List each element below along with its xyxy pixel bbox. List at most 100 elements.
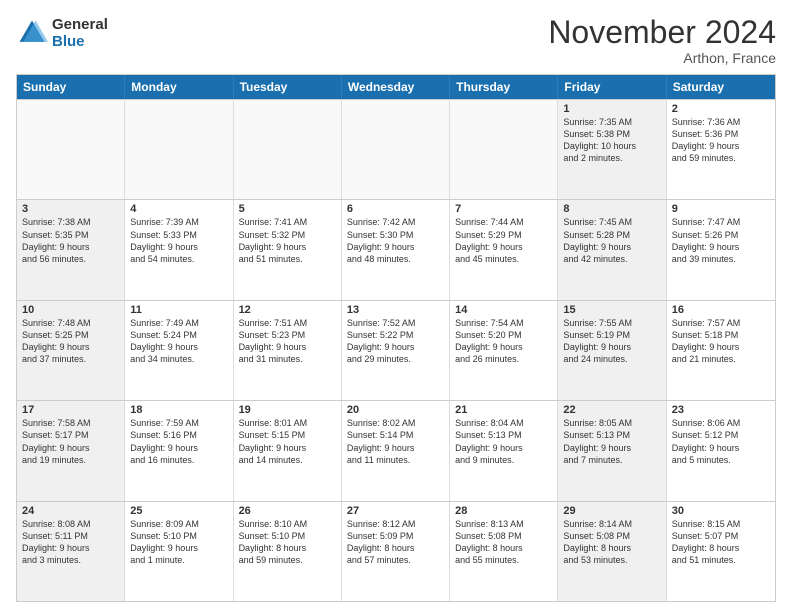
calendar-cell: 17Sunrise: 7:58 AM Sunset: 5:17 PM Dayli… — [17, 401, 125, 500]
title-block: November 2024 Arthon, France — [548, 16, 776, 66]
day-info: Sunrise: 8:06 AM Sunset: 5:12 PM Dayligh… — [672, 417, 770, 466]
day-info: Sunrise: 7:47 AM Sunset: 5:26 PM Dayligh… — [672, 216, 770, 265]
calendar-cell: 1Sunrise: 7:35 AM Sunset: 5:38 PM Daylig… — [558, 100, 666, 199]
day-number: 6 — [347, 203, 444, 215]
calendar-cell: 5Sunrise: 7:41 AM Sunset: 5:32 PM Daylig… — [234, 200, 342, 299]
day-number: 8 — [563, 203, 660, 215]
calendar-cell: 30Sunrise: 8:15 AM Sunset: 5:07 PM Dayli… — [667, 502, 775, 601]
calendar-cell: 25Sunrise: 8:09 AM Sunset: 5:10 PM Dayli… — [125, 502, 233, 601]
day-info: Sunrise: 7:45 AM Sunset: 5:28 PM Dayligh… — [563, 216, 660, 265]
calendar-cell: 15Sunrise: 7:55 AM Sunset: 5:19 PM Dayli… — [558, 301, 666, 400]
day-number: 30 — [672, 505, 770, 517]
calendar-header: Sunday Monday Tuesday Wednesday Thursday… — [17, 75, 775, 99]
calendar-cell: 13Sunrise: 7:52 AM Sunset: 5:22 PM Dayli… — [342, 301, 450, 400]
day-info: Sunrise: 8:05 AM Sunset: 5:13 PM Dayligh… — [563, 417, 660, 466]
day-number: 25 — [130, 505, 227, 517]
logo-text: General Blue — [52, 16, 108, 50]
calendar-cell: 2Sunrise: 7:36 AM Sunset: 5:36 PM Daylig… — [667, 100, 775, 199]
calendar-cell: 24Sunrise: 8:08 AM Sunset: 5:11 PM Dayli… — [17, 502, 125, 601]
day-info: Sunrise: 7:49 AM Sunset: 5:24 PM Dayligh… — [130, 317, 227, 366]
location: Arthon, France — [548, 50, 776, 66]
header-thursday: Thursday — [450, 75, 558, 99]
calendar-row-5: 24Sunrise: 8:08 AM Sunset: 5:11 PM Dayli… — [17, 501, 775, 601]
day-number: 16 — [672, 304, 770, 316]
calendar-cell: 26Sunrise: 8:10 AM Sunset: 5:10 PM Dayli… — [234, 502, 342, 601]
day-info: Sunrise: 8:12 AM Sunset: 5:09 PM Dayligh… — [347, 518, 444, 567]
day-info: Sunrise: 7:55 AM Sunset: 5:19 PM Dayligh… — [563, 317, 660, 366]
calendar-row-4: 17Sunrise: 7:58 AM Sunset: 5:17 PM Dayli… — [17, 400, 775, 500]
day-info: Sunrise: 7:42 AM Sunset: 5:30 PM Dayligh… — [347, 216, 444, 265]
day-number: 22 — [563, 404, 660, 416]
day-info: Sunrise: 8:01 AM Sunset: 5:15 PM Dayligh… — [239, 417, 336, 466]
day-number: 19 — [239, 404, 336, 416]
day-number: 26 — [239, 505, 336, 517]
calendar-cell: 9Sunrise: 7:47 AM Sunset: 5:26 PM Daylig… — [667, 200, 775, 299]
day-number: 9 — [672, 203, 770, 215]
calendar-cell: 8Sunrise: 7:45 AM Sunset: 5:28 PM Daylig… — [558, 200, 666, 299]
header-monday: Monday — [125, 75, 233, 99]
calendar-cell: 7Sunrise: 7:44 AM Sunset: 5:29 PM Daylig… — [450, 200, 558, 299]
header-friday: Friday — [558, 75, 666, 99]
day-number: 18 — [130, 404, 227, 416]
day-number: 24 — [22, 505, 119, 517]
calendar-body: 1Sunrise: 7:35 AM Sunset: 5:38 PM Daylig… — [17, 99, 775, 601]
calendar-cell: 4Sunrise: 7:39 AM Sunset: 5:33 PM Daylig… — [125, 200, 233, 299]
calendar: Sunday Monday Tuesday Wednesday Thursday… — [16, 74, 776, 602]
logo: General Blue — [16, 16, 108, 50]
day-info: Sunrise: 7:51 AM Sunset: 5:23 PM Dayligh… — [239, 317, 336, 366]
day-info: Sunrise: 8:14 AM Sunset: 5:08 PM Dayligh… — [563, 518, 660, 567]
day-number: 28 — [455, 505, 552, 517]
day-info: Sunrise: 7:54 AM Sunset: 5:20 PM Dayligh… — [455, 317, 552, 366]
day-info: Sunrise: 8:15 AM Sunset: 5:07 PM Dayligh… — [672, 518, 770, 567]
calendar-cell: 19Sunrise: 8:01 AM Sunset: 5:15 PM Dayli… — [234, 401, 342, 500]
calendar-cell: 29Sunrise: 8:14 AM Sunset: 5:08 PM Dayli… — [558, 502, 666, 601]
calendar-cell: 27Sunrise: 8:12 AM Sunset: 5:09 PM Dayli… — [342, 502, 450, 601]
calendar-cell: 12Sunrise: 7:51 AM Sunset: 5:23 PM Dayli… — [234, 301, 342, 400]
day-info: Sunrise: 8:13 AM Sunset: 5:08 PM Dayligh… — [455, 518, 552, 567]
day-info: Sunrise: 7:41 AM Sunset: 5:32 PM Dayligh… — [239, 216, 336, 265]
day-number: 4 — [130, 203, 227, 215]
header-sunday: Sunday — [17, 75, 125, 99]
day-info: Sunrise: 7:57 AM Sunset: 5:18 PM Dayligh… — [672, 317, 770, 366]
calendar-cell: 16Sunrise: 7:57 AM Sunset: 5:18 PM Dayli… — [667, 301, 775, 400]
header: General Blue November 2024 Arthon, Franc… — [16, 16, 776, 66]
day-number: 29 — [563, 505, 660, 517]
day-number: 21 — [455, 404, 552, 416]
day-number: 5 — [239, 203, 336, 215]
day-info: Sunrise: 7:39 AM Sunset: 5:33 PM Dayligh… — [130, 216, 227, 265]
calendar-cell: 6Sunrise: 7:42 AM Sunset: 5:30 PM Daylig… — [342, 200, 450, 299]
day-number: 27 — [347, 505, 444, 517]
calendar-cell: 14Sunrise: 7:54 AM Sunset: 5:20 PM Dayli… — [450, 301, 558, 400]
day-info: Sunrise: 7:35 AM Sunset: 5:38 PM Dayligh… — [563, 116, 660, 165]
header-saturday: Saturday — [667, 75, 775, 99]
day-number: 11 — [130, 304, 227, 316]
calendar-cell: 22Sunrise: 8:05 AM Sunset: 5:13 PM Dayli… — [558, 401, 666, 500]
calendar-cell — [125, 100, 233, 199]
calendar-cell — [342, 100, 450, 199]
calendar-cell: 28Sunrise: 8:13 AM Sunset: 5:08 PM Dayli… — [450, 502, 558, 601]
calendar-row-1: 1Sunrise: 7:35 AM Sunset: 5:38 PM Daylig… — [17, 99, 775, 199]
day-info: Sunrise: 7:38 AM Sunset: 5:35 PM Dayligh… — [22, 216, 119, 265]
day-info: Sunrise: 8:09 AM Sunset: 5:10 PM Dayligh… — [130, 518, 227, 567]
day-info: Sunrise: 7:48 AM Sunset: 5:25 PM Dayligh… — [22, 317, 119, 366]
month-title: November 2024 — [548, 16, 776, 48]
day-number: 15 — [563, 304, 660, 316]
calendar-cell: 20Sunrise: 8:02 AM Sunset: 5:14 PM Dayli… — [342, 401, 450, 500]
logo-icon — [16, 17, 48, 49]
page: General Blue November 2024 Arthon, Franc… — [0, 0, 792, 612]
day-info: Sunrise: 8:08 AM Sunset: 5:11 PM Dayligh… — [22, 518, 119, 567]
day-number: 14 — [455, 304, 552, 316]
day-number: 13 — [347, 304, 444, 316]
header-tuesday: Tuesday — [234, 75, 342, 99]
day-info: Sunrise: 7:36 AM Sunset: 5:36 PM Dayligh… — [672, 116, 770, 165]
day-info: Sunrise: 7:44 AM Sunset: 5:29 PM Dayligh… — [455, 216, 552, 265]
day-number: 23 — [672, 404, 770, 416]
calendar-cell: 18Sunrise: 7:59 AM Sunset: 5:16 PM Dayli… — [125, 401, 233, 500]
calendar-cell — [17, 100, 125, 199]
day-number: 2 — [672, 103, 770, 115]
day-number: 1 — [563, 103, 660, 115]
calendar-cell — [234, 100, 342, 199]
calendar-cell — [450, 100, 558, 199]
day-number: 3 — [22, 203, 119, 215]
calendar-cell: 21Sunrise: 8:04 AM Sunset: 5:13 PM Dayli… — [450, 401, 558, 500]
